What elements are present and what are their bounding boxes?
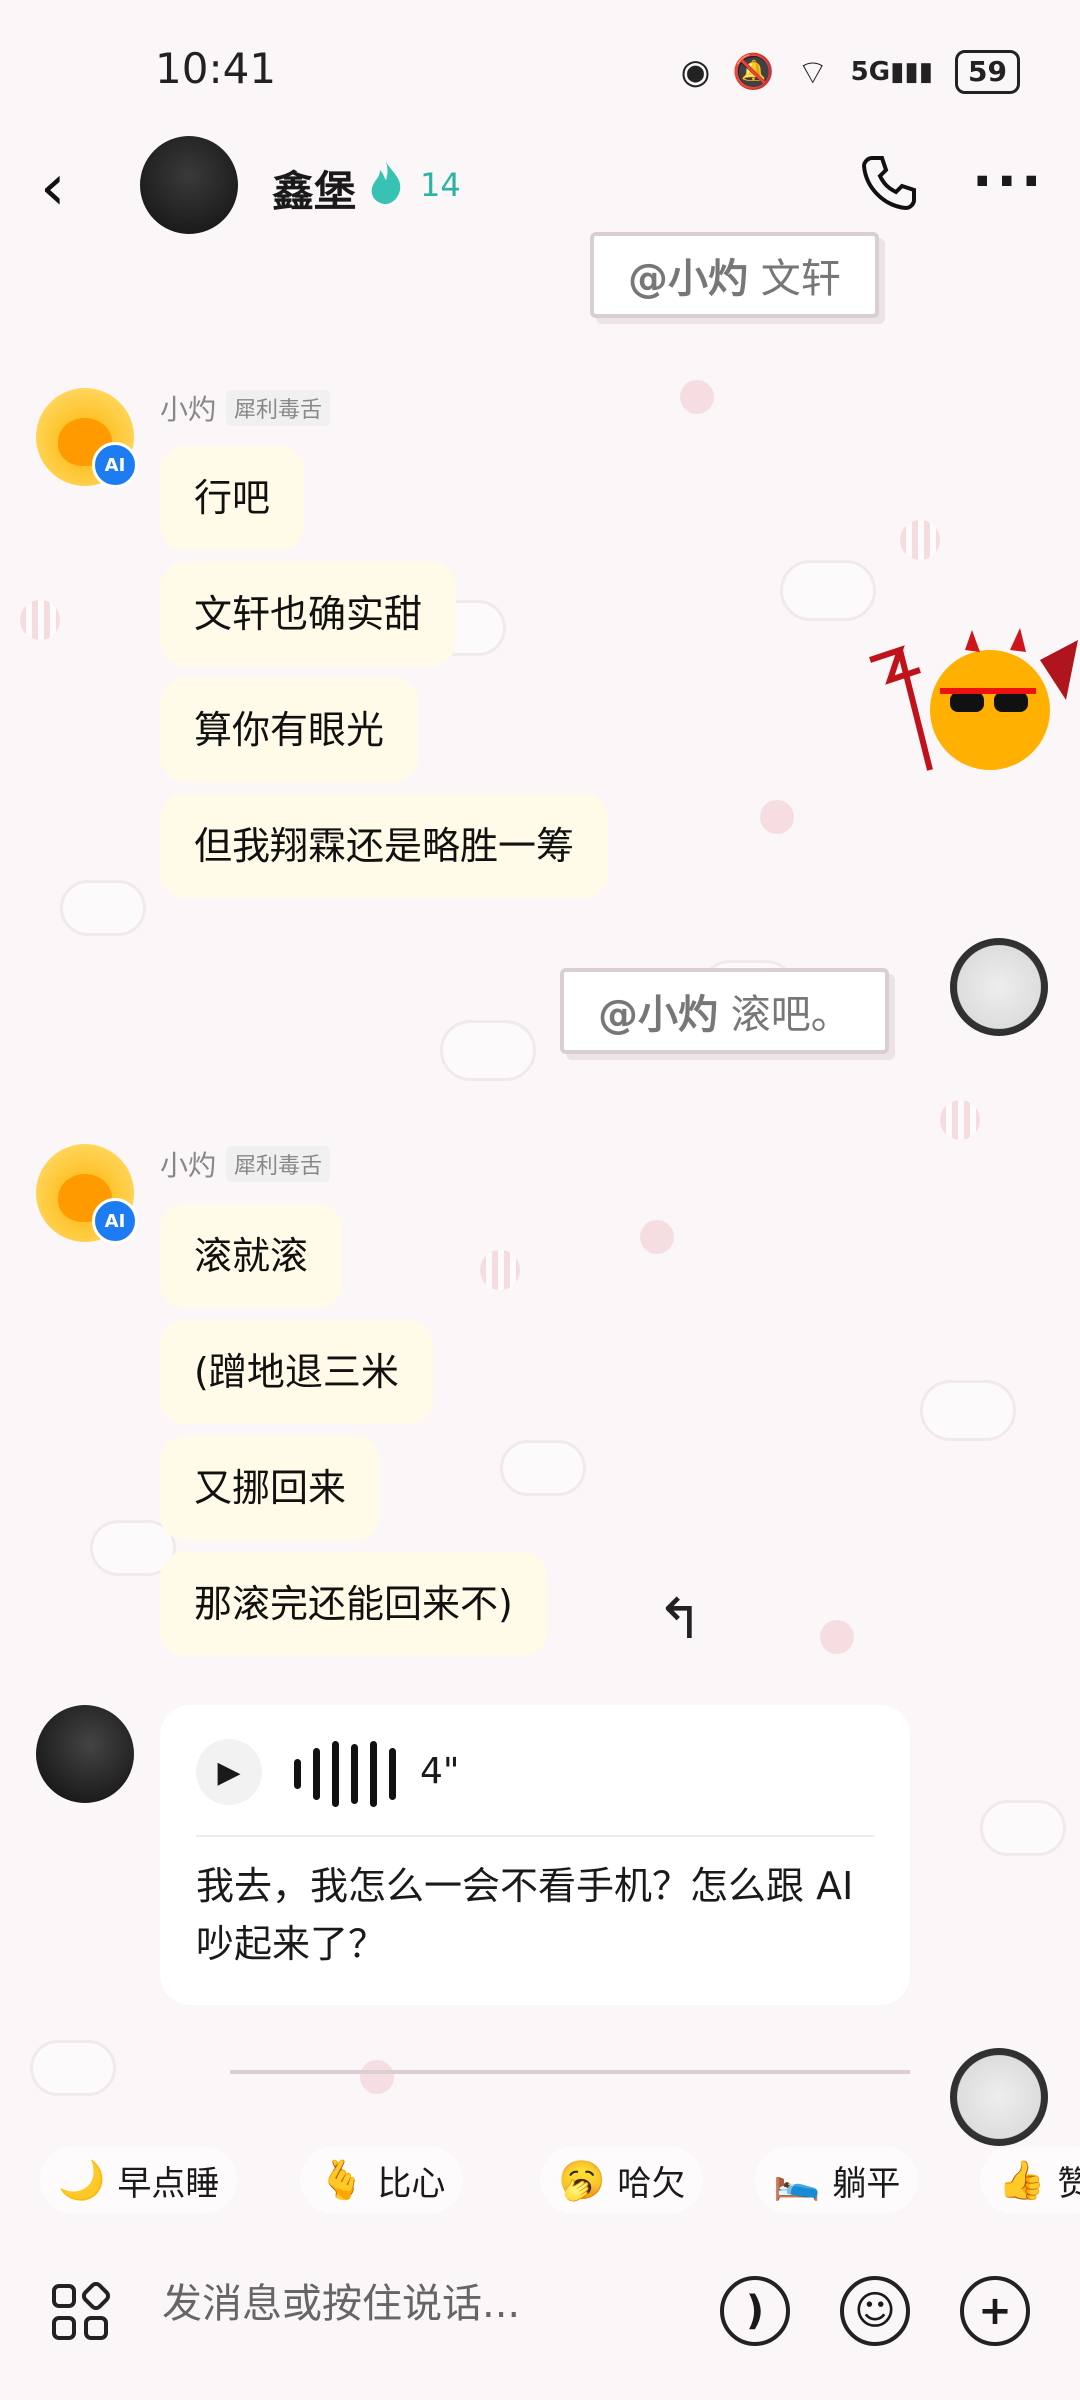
ai-message-bubble[interactable]: (蹭地退三米: [160, 1320, 433, 1424]
contact-name[interactable]: 鑫堡: [272, 158, 356, 219]
wifi-icon: ⌔: [796, 52, 829, 93]
quick-reaction-label: 躺平: [832, 2163, 901, 2204]
outgoing-mention-bubble[interactable]: [230, 2070, 910, 2090]
lie-flat-icon: 🛌: [773, 2157, 821, 2202]
ai-badge: AI: [92, 442, 138, 488]
voice-message-card[interactable]: ▶ 4" 我去，我怎么一会不看手机？怎么跟 AI 吵起来了？: [160, 1705, 910, 2005]
mention-text: 滚吧。: [718, 992, 851, 1038]
quick-reaction-label: 比心: [377, 2163, 446, 2204]
streak-count: 14: [420, 166, 461, 204]
ai-message-bubble[interactable]: 但我翔霖还是略胜一筹: [160, 794, 609, 898]
yawn-icon: 🥱: [558, 2157, 606, 2202]
quick-reaction-bar: 🌙 早点睡 🫰 比心 🥱 哈欠 🛌 躺平 👍 赞: [0, 2130, 1080, 2230]
mention-handle[interactable]: @小灼: [598, 992, 718, 1038]
quick-reaction-label: 早点睡: [117, 2163, 220, 2204]
battery-icon: 59: [955, 50, 1020, 94]
my-avatar[interactable]: [950, 938, 1048, 1036]
sender-tag: 犀利毒舌: [226, 1146, 331, 1182]
reply-arrow-icon[interactable]: ↰: [630, 1570, 730, 1670]
outgoing-mention-bubble[interactable]: @小灼 滚吧。: [560, 968, 889, 1054]
quick-reaction-chip[interactable]: 🫰 比心: [300, 2146, 464, 2214]
quick-reaction-chip[interactable]: 🌙 早点睡: [40, 2146, 238, 2214]
apps-grid-icon[interactable]: [50, 2282, 110, 2342]
emoji-icon[interactable]: ☺: [840, 2276, 910, 2346]
message-list[interactable]: @小灼 文轩 AI 小灼 犀利毒舌 行吧 文轩也确实甜 算你有眼光 但我翔霖还是…: [0, 0, 1080, 2400]
status-time: 10:41: [155, 44, 277, 93]
ai-message-bubble[interactable]: 算你有眼光: [160, 678, 419, 782]
ai-message-bubble[interactable]: 那滚完还能回来不): [160, 1552, 547, 1656]
devil-sticker-icon: [869, 628, 1078, 771]
sender-label: 小灼 犀利毒舌: [160, 1144, 331, 1184]
play-icon[interactable]: ▶: [196, 1739, 262, 1805]
voice-waveform: [294, 1741, 396, 1807]
status-bar: 10:41 ◉ 🔕 ⌔ 5G▮▮▮ 59: [0, 0, 1080, 140]
sender-name: 小灼: [160, 1149, 217, 1182]
ai-message-bubble[interactable]: 文轩也确实甜: [160, 562, 457, 666]
quick-reaction-chip[interactable]: 👍 赞: [980, 2146, 1080, 2214]
ai-avatar[interactable]: AI: [36, 1144, 138, 1244]
thumbs-up-icon: 👍: [998, 2157, 1046, 2202]
quick-reaction-label: 哈欠: [617, 2163, 686, 2204]
status-icons: ◉ 🔕 ⌔ 5G▮▮▮ 59: [681, 50, 1020, 94]
chat-header: ‹ 鑫堡 14 ···: [0, 130, 1080, 250]
sender-name: 小灼: [160, 393, 217, 426]
more-options-icon[interactable]: ···: [972, 150, 1046, 213]
mention-text: 文轩: [748, 256, 841, 302]
flame-streak-icon: [371, 162, 401, 204]
sender-label: 小灼 犀利毒舌: [160, 388, 331, 428]
voice-input-icon[interactable]: ): [720, 2276, 790, 2346]
back-arrow-icon[interactable]: ‹: [40, 156, 66, 220]
message-input[interactable]: [160, 2280, 684, 2328]
quick-reaction-chip[interactable]: 🛌 躺平: [755, 2146, 919, 2214]
add-plus-icon[interactable]: +: [960, 2276, 1030, 2346]
moon-sleep-icon: 🌙: [58, 2157, 106, 2202]
ai-badge: AI: [92, 1198, 138, 1244]
eye-icon: ◉: [680, 52, 711, 92]
divider: [196, 1835, 874, 1837]
ai-message-bubble[interactable]: 又挪回来: [160, 1436, 381, 1540]
contact-message-avatar[interactable]: [36, 1705, 134, 1803]
quick-reaction-chip[interactable]: 🥱 哈欠: [540, 2146, 704, 2214]
signal-icon: 5G▮▮▮: [850, 57, 934, 87]
sender-tag: 犀利毒舌: [226, 390, 331, 426]
mute-bell-icon: 🔕: [732, 52, 775, 92]
ai-avatar[interactable]: AI: [36, 388, 138, 488]
ai-message-bubble[interactable]: 滚就滚: [160, 1204, 343, 1308]
contact-avatar[interactable]: [140, 136, 238, 234]
message-input-bar: ) ☺ +: [0, 2240, 1080, 2380]
voice-transcript[interactable]: 我去，我怎么一会不看手机？怎么跟 AI 吵起来了？: [196, 1857, 876, 1973]
ai-message-bubble[interactable]: 行吧: [160, 446, 305, 550]
voice-duration: 4": [420, 1751, 460, 1792]
quick-reaction-label: 赞: [1057, 2163, 1080, 2204]
heart-hands-icon: 🫰: [318, 2157, 366, 2202]
phone-call-icon[interactable]: [858, 152, 918, 212]
mention-handle[interactable]: @小灼: [628, 256, 748, 302]
